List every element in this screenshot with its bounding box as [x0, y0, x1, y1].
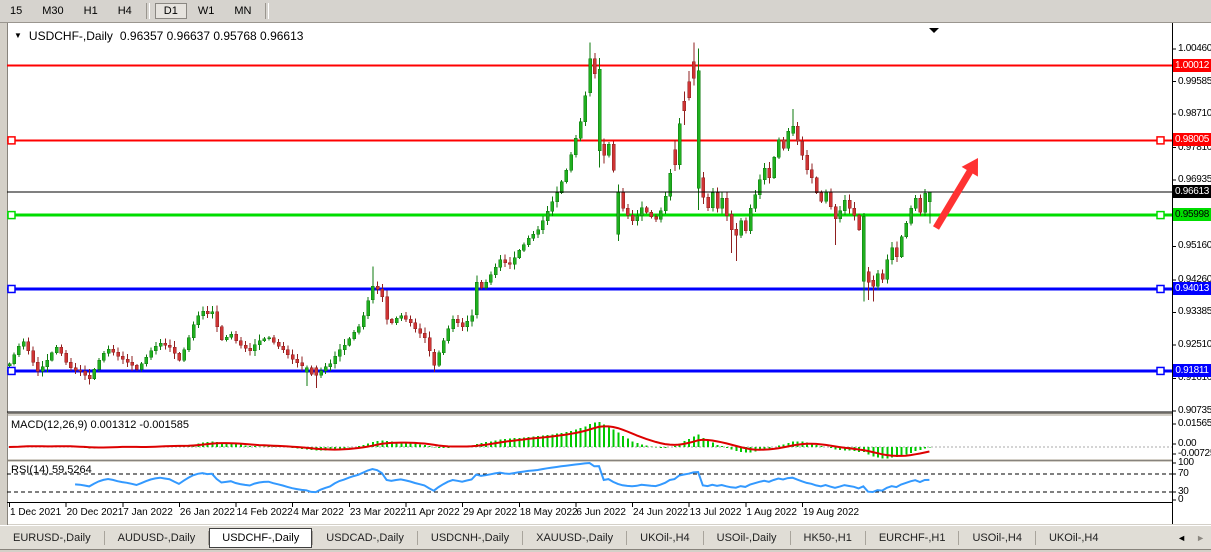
ohlc-values: 0.96357 0.96637 0.95768 0.96613	[120, 29, 304, 43]
time-axis-label: 23 Mar 2022	[350, 507, 406, 518]
price-axis-label: 0.93385	[1178, 306, 1211, 317]
trend-arrow-shaft[interactable]	[936, 170, 971, 228]
price-level-badge: 0.95998	[1173, 208, 1211, 221]
price-level-badge: 0.94013	[1173, 282, 1211, 295]
line-handle[interactable]	[1157, 367, 1164, 374]
price-axis-label: 0.99585	[1178, 76, 1211, 87]
current-price-badge: 0.96613	[1173, 185, 1211, 198]
chart-shift-marker-icon[interactable]	[929, 28, 939, 33]
price-level-badge: 0.91811	[1173, 364, 1211, 377]
symbol-label: USDCHF-,Daily	[29, 29, 113, 43]
chart-tab-audusddaily[interactable]: AUDUSD-,Daily	[105, 529, 209, 547]
chart-tab-eurusddaily[interactable]: EURUSD-,Daily	[0, 529, 104, 547]
chart-title: ▼ USDCHF-,Daily 0.96357 0.96637 0.95768 …	[14, 29, 303, 43]
line-handle[interactable]	[1157, 137, 1164, 144]
time-axis-label: 19 Aug 2022	[803, 507, 859, 518]
time-axis-label: 4 Mar 2022	[293, 507, 344, 518]
price-axis-label: 0.95160	[1178, 240, 1211, 251]
line-handle[interactable]	[8, 367, 15, 374]
time-axis-label: 24 Jun 2022	[633, 507, 688, 518]
time-axis-label: 14 Feb 2022	[237, 507, 293, 518]
chevron-down-icon[interactable]: ▼	[14, 31, 22, 40]
chart-tab-bar: EURUSD-,DailyAUDUSD-,DailyUSDCHF-,DailyU…	[0, 525, 1211, 550]
rsi-indicator-label: RSI(14) 59,5264	[11, 464, 92, 476]
chart-tab-usoildaily[interactable]: USOil-,Daily	[704, 529, 790, 547]
rsi-line	[75, 463, 929, 492]
rsi-axis-label: 0	[1178, 494, 1211, 505]
chart-tab-usdcnhdaily[interactable]: USDCNH-,Daily	[418, 529, 522, 547]
price-level-badge: 1.00012	[1173, 59, 1211, 72]
tab-scroll-right-icon[interactable]: ►	[1196, 533, 1205, 543]
time-axis-label: 1 Dec 2021	[10, 507, 61, 518]
chart-tab-ukoilh4[interactable]: UKOil-,H4	[627, 529, 703, 547]
line-handle[interactable]	[8, 212, 15, 219]
chart-tab-xauusddaily[interactable]: XAUUSD-,Daily	[523, 529, 626, 547]
time-axis-label: 29 Apr 2022	[463, 507, 517, 518]
mt4-window: 15M30H1H4D1W1MN ▼ USDCHF-,Daily 0.96357 …	[0, 0, 1211, 552]
chart-tab-eurchfh1[interactable]: EURCHF-,H1	[866, 529, 959, 547]
line-handle[interactable]	[1157, 212, 1164, 219]
time-axis-label: 1 Aug 2022	[746, 507, 797, 518]
chart-tab-usdchfdaily[interactable]: USDCHF-,Daily	[209, 528, 312, 548]
line-handle[interactable]	[8, 137, 15, 144]
price-axis-label: 0.92510	[1178, 339, 1211, 350]
price-axis-label: 0.98710	[1178, 108, 1211, 119]
time-axis-label: 6 Jun 2022	[576, 507, 626, 518]
line-handle[interactable]	[8, 285, 15, 292]
price-level-badge: 0.98005	[1173, 133, 1211, 146]
time-axis-label: 7 Jan 2022	[123, 507, 173, 518]
chart-canvas	[0, 0, 1211, 552]
chart-tab-usdcaddaily[interactable]: USDCAD-,Daily	[313, 529, 417, 547]
chart-tab-usoilh4[interactable]: USOil-,H4	[959, 529, 1035, 547]
rsi-axis-label: 100	[1178, 457, 1211, 468]
tab-scroll-arrows: ◄►	[1177, 533, 1205, 543]
time-axis-label: 18 May 2022	[520, 507, 578, 518]
chart-tab-ukoilh4[interactable]: UKOil-,H4	[1036, 529, 1112, 547]
price-axis-label: 0.90735	[1178, 405, 1211, 416]
time-axis-label: 20 Dec 2021	[67, 507, 124, 518]
price-axis-label: 0.96935	[1178, 174, 1211, 185]
line-handle[interactable]	[1157, 285, 1164, 292]
rsi-axis-label: 70	[1178, 468, 1211, 479]
time-axis-label: 13 Jul 2022	[690, 507, 742, 518]
time-axis-label: 26 Jan 2022	[180, 507, 235, 518]
macd-axis-label: 0.015654	[1178, 418, 1211, 429]
macd-indicator-label: MACD(12,26,9) 0.001312 -0.001585	[11, 419, 189, 431]
chart-tab-hk50h1[interactable]: HK50-,H1	[791, 529, 865, 547]
price-axis-label: 1.00460	[1178, 43, 1211, 54]
time-axis-label: 11 Apr 2022	[406, 507, 459, 518]
tab-scroll-left-icon[interactable]: ◄	[1177, 533, 1186, 543]
